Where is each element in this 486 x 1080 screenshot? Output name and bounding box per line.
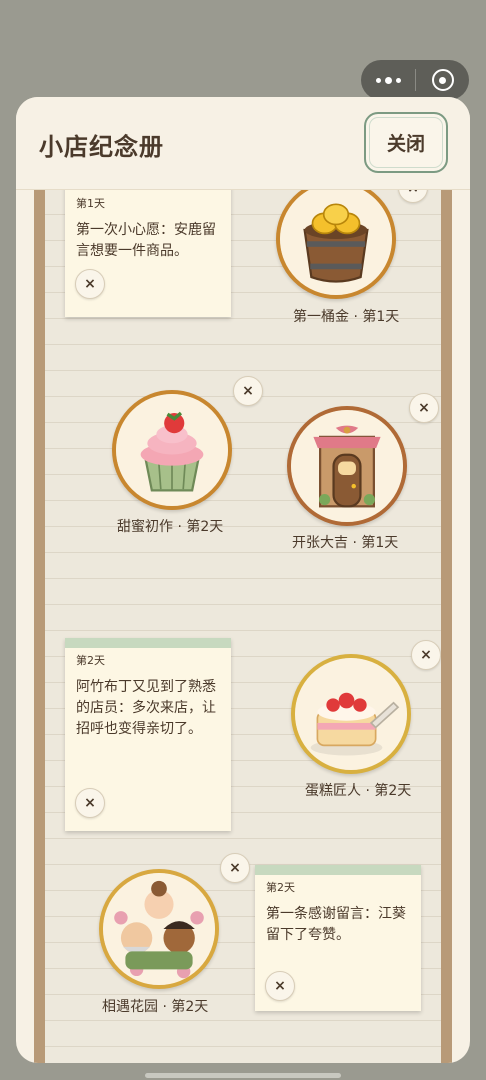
home-indicator (145, 1073, 341, 1078)
badge-caption: 第一桶金 · 第1天 (293, 309, 400, 325)
memory-note: 第1天 第一次小心愿：安鹿留言想要一件商品。 × (65, 189, 231, 317)
note-tape (65, 638, 231, 648)
dismiss-button[interactable]: × (398, 189, 428, 203)
dismiss-button[interactable]: × (233, 376, 263, 406)
memory-note: 第2天 阿竹布丁又见到了熟悉的店员：多次来店，让招呼也变得亲切了。 × (65, 638, 231, 831)
more-dots-icon[interactable] (361, 76, 415, 84)
gold-bucket-icon (276, 189, 396, 299)
dismiss-button[interactable]: × (75, 269, 105, 299)
album-panel: 小店纪念册 关闭 第1天 第一次小心愿：安鹿留言想要一件商品。 × × 第一桶金… (16, 97, 470, 1063)
note-day: 第1天 (76, 197, 105, 210)
dismiss-button[interactable]: × (265, 971, 295, 1001)
note-text: 第一次小心愿：安鹿留言想要一件商品。 (76, 222, 216, 259)
badge-caption: 开张大吉 · 第1天 (292, 535, 399, 551)
dismiss-button[interactable]: × (409, 393, 439, 423)
target-icon[interactable] (416, 69, 469, 91)
mini-program-capsule (361, 60, 469, 100)
dismiss-button[interactable]: × (75, 788, 105, 818)
memory-note: 第2天 第一条感谢留言：江葵留下了夸赞。 × (255, 865, 421, 1011)
close-button[interactable]: 关闭 (364, 112, 448, 173)
shop-door-icon (287, 406, 407, 526)
garden-friends-icon (99, 869, 219, 989)
dismiss-button[interactable]: × (411, 640, 441, 670)
cake-icon (291, 654, 411, 774)
panel-header: 小店纪念册 关闭 (16, 97, 470, 190)
badge-caption: 甜蜜初作 · 第2天 (117, 519, 224, 535)
note-day: 第2天 (76, 654, 105, 667)
note-text: 阿竹布丁又见到了熟悉的店员：多次来店，让招呼也变得亲切了。 (76, 679, 216, 737)
cupcake-icon (112, 390, 232, 510)
note-text: 第一条感谢留言：江葵留下了夸赞。 (266, 906, 406, 943)
memory-board[interactable]: 第1天 第一次小心愿：安鹿留言想要一件商品。 × × 第一桶金 · 第1天 × (34, 189, 452, 1063)
note-day: 第2天 (266, 881, 295, 894)
badge-caption: 相遇花园 · 第2天 (102, 999, 209, 1015)
page-title: 小店纪念册 (39, 133, 164, 161)
note-tape (255, 865, 421, 875)
dismiss-button[interactable]: × (220, 853, 250, 883)
badge-caption: 蛋糕匠人 · 第2天 (305, 783, 412, 799)
